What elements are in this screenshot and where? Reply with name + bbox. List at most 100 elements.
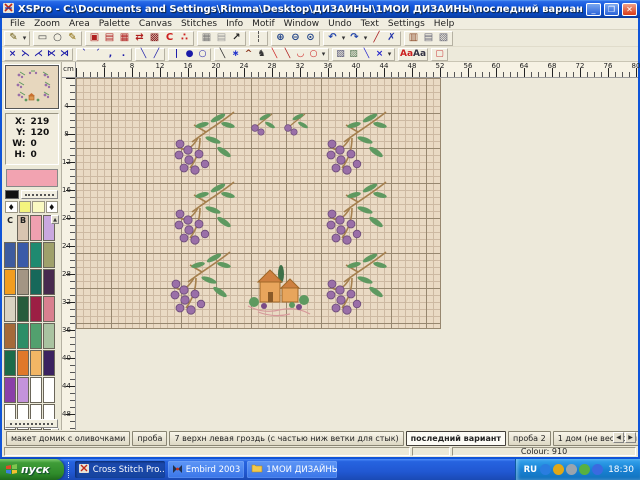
- language-indicator[interactable]: RU: [524, 465, 537, 475]
- three-quarter-br-icon[interactable]: ⋊: [58, 49, 71, 60]
- pointer-icon[interactable]: ↗: [229, 32, 244, 45]
- quarter-bl-icon[interactable]: ,: [104, 49, 117, 60]
- palette-swatch[interactable]: [4, 377, 16, 403]
- export-file-icon[interactable]: ▤: [421, 32, 436, 45]
- backstitch-blue-icon[interactable]: ∗: [229, 49, 242, 60]
- menu-area[interactable]: Area: [65, 19, 94, 29]
- quarter-br-icon[interactable]: .: [117, 49, 130, 60]
- menu-canvas[interactable]: Canvas: [135, 19, 176, 29]
- cross-blue-icon[interactable]: ×: [373, 49, 386, 60]
- full-cross-stitch-icon[interactable]: ×: [6, 49, 19, 60]
- draw-line-icon[interactable]: ╱: [369, 32, 384, 45]
- freehand-select-icon[interactable]: ○: [50, 32, 65, 45]
- text-tool-dark-icon[interactable]: Aa: [413, 49, 426, 60]
- palette-swatch[interactable]: [30, 215, 42, 241]
- palette-swatch[interactable]: [30, 269, 42, 295]
- pen-blue-icon[interactable]: ╲: [360, 49, 373, 60]
- crop-motif-icon[interactable]: ▦: [117, 32, 132, 45]
- bead-open-icon[interactable]: ○: [196, 49, 209, 60]
- half-stitch-fwd-icon[interactable]: ╱: [150, 49, 163, 60]
- send-file-icon[interactable]: ▧: [436, 32, 451, 45]
- tab-5[interactable]: проба 2: [508, 431, 551, 446]
- cross-blue-dropdown-icon[interactable]: ▾: [386, 49, 393, 60]
- outline-color-swatch[interactable]: [5, 190, 19, 199]
- menu-help[interactable]: Help: [430, 19, 459, 29]
- edit-select-icon[interactable]: ✎: [65, 32, 80, 45]
- palette-swatch[interactable]: [4, 269, 16, 295]
- paste-motif-icon[interactable]: ▤: [102, 32, 117, 45]
- palette-swatch[interactable]: [30, 296, 42, 322]
- copy-motif-icon[interactable]: ▣: [87, 32, 102, 45]
- delete-stitch-icon[interactable]: ✗: [384, 32, 399, 45]
- stitch-style-button[interactable]: [21, 190, 58, 199]
- tab-2[interactable]: проба: [132, 431, 167, 446]
- palette-swatch[interactable]: [30, 242, 42, 268]
- menu-info[interactable]: Info: [222, 19, 247, 29]
- close-button[interactable]: ✕: [622, 3, 637, 16]
- taskbar-task-3[interactable]: 1МОИ ДИЗАЙНЫ: [247, 461, 337, 478]
- network-icon[interactable]: [592, 464, 603, 475]
- palette-swatch[interactable]: [17, 269, 29, 295]
- start-button[interactable]: пуск: [0, 459, 64, 480]
- pattern-stamp-icon[interactable]: ▧: [334, 49, 347, 60]
- menu-motif[interactable]: Motif: [248, 19, 278, 29]
- current-color-swatch[interactable]: [6, 169, 58, 187]
- quarter-tr-icon[interactable]: ´: [91, 49, 104, 60]
- undo-icon[interactable]: ↶: [325, 32, 340, 45]
- column-guide-icon[interactable]: ┆: [251, 32, 266, 45]
- taskbar-task-1[interactable]: Cross Stitch Pro...: [75, 461, 165, 478]
- color-dots-icon[interactable]: ∴: [177, 32, 192, 45]
- restore-button[interactable]: ❐: [604, 3, 619, 16]
- minimize-button[interactable]: _: [586, 3, 601, 16]
- palette-swatch[interactable]: [4, 323, 16, 349]
- menu-settings[interactable]: Settings: [384, 19, 429, 29]
- tab-1[interactable]: макет домик с оливочками: [6, 431, 130, 446]
- marquee-select-icon[interactable]: ▢: [433, 49, 446, 60]
- diamond-blend-icon[interactable]: ♦: [46, 201, 59, 213]
- thick-backstitch-icon[interactable]: ╲: [281, 49, 294, 60]
- tab-3[interactable]: 7 верхн левая гроздь (с частью ниж ветки…: [169, 431, 403, 446]
- import-file-icon[interactable]: ▥: [406, 32, 421, 45]
- display-icon[interactable]: [566, 464, 577, 475]
- blend-color-swatch[interactable]: [19, 201, 32, 213]
- redo-icon[interactable]: ↷: [347, 32, 362, 45]
- grid-settings-icon[interactable]: ▦: [199, 32, 214, 45]
- menu-zoom[interactable]: Zoom: [30, 19, 64, 29]
- bead-filled-icon[interactable]: ●: [183, 49, 196, 60]
- backstitch-black-icon[interactable]: ╲: [216, 49, 229, 60]
- palette-swatch[interactable]: B: [17, 215, 29, 241]
- undo-dropdown-icon[interactable]: ▾: [340, 32, 347, 45]
- canvas-viewport[interactable]: [76, 78, 638, 430]
- text-tool-red-icon[interactable]: Aa: [400, 49, 413, 60]
- rect-select-icon[interactable]: ▭: [35, 32, 50, 45]
- blend-color-swatch[interactable]: [32, 201, 45, 213]
- stitch-dropdown-icon[interactable]: ▾: [320, 49, 327, 60]
- menu-text[interactable]: Text: [357, 19, 383, 29]
- palette-swatch[interactable]: [30, 350, 42, 376]
- palette-swatch[interactable]: [17, 350, 29, 376]
- palette-scroll-up[interactable]: ▲: [51, 215, 59, 224]
- palette-swatch[interactable]: [30, 323, 42, 349]
- menu-file[interactable]: File: [6, 19, 29, 29]
- palette-swatch[interactable]: [4, 350, 16, 376]
- tab-scroll-left[interactable]: ◀: [613, 432, 624, 443]
- palette-swatch[interactable]: [4, 242, 16, 268]
- menu-palette[interactable]: Palette: [95, 19, 134, 29]
- update-icon[interactable]: [579, 464, 590, 475]
- quarter-tl-icon[interactable]: `: [78, 49, 91, 60]
- menu-stitches[interactable]: Stitches: [177, 19, 221, 29]
- palette-swatch[interactable]: [17, 323, 29, 349]
- rotate-cw-icon[interactable]: C: [162, 32, 177, 45]
- menu-window[interactable]: Window: [280, 19, 324, 29]
- palette-swatch[interactable]: [4, 296, 16, 322]
- zoom-actual-icon[interactable]: ⊙: [303, 32, 318, 45]
- pattern-image-icon[interactable]: ▨: [347, 49, 360, 60]
- language-arrow-icon[interactable]: [540, 464, 551, 475]
- half-stitch-back-icon[interactable]: ╲: [137, 49, 150, 60]
- palette-swatch[interactable]: [17, 377, 29, 403]
- tab-4[interactable]: последний вариант: [406, 431, 506, 446]
- mirror-motif-icon[interactable]: ⇄: [132, 32, 147, 45]
- three-quarter-tl-icon[interactable]: ⋋: [19, 49, 32, 60]
- zoom-out-icon[interactable]: ⊖: [288, 32, 303, 45]
- pattern-grid[interactable]: [76, 78, 441, 329]
